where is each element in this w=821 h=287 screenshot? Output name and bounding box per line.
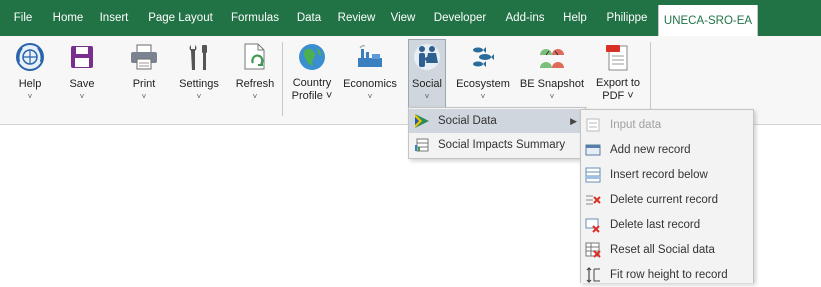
chevron-down-icon: ˅ [549, 92, 555, 101]
submenu-arrow-icon: ▶ [570, 115, 577, 126]
refresh-document-icon [238, 40, 272, 74]
settings-button[interactable]: Settings ˅ [176, 40, 222, 118]
tab-file[interactable]: File [0, 0, 46, 36]
add-record-icon [585, 142, 601, 158]
family-icon [410, 40, 444, 74]
chevron-down-icon: ˅ [424, 92, 430, 101]
save-button[interactable]: Save ˅ [62, 40, 102, 118]
menu-item-label: Social Data [438, 115, 497, 127]
globe-icon [295, 40, 329, 74]
tab-page-layout[interactable]: Page Layout [138, 0, 223, 36]
export-pdf-label-line1: Export to [595, 77, 641, 89]
ribbon-separator [650, 42, 651, 116]
menu-item-delete-last-record[interactable]: Delete last record [581, 212, 753, 237]
tab-insert[interactable]: Insert [90, 0, 138, 36]
menu-item-fit-row-height[interactable]: Fit row height to record [581, 262, 753, 287]
factory-icon [353, 40, 387, 74]
form-icon [585, 117, 601, 133]
economics-label: Economics [343, 78, 397, 90]
save-label: Save [69, 78, 95, 90]
settings-label: Settings [179, 78, 219, 90]
social-label: Social [412, 78, 442, 90]
tab-view[interactable]: View [382, 0, 424, 36]
country-profile-button[interactable]: Country Profile ˅ [288, 40, 336, 118]
tab-home[interactable]: Home [46, 0, 90, 36]
tab-philippe[interactable]: Philippe [596, 0, 658, 36]
social-dropdown-menu: Social Data ▶ Social Impacts Summary [408, 107, 586, 159]
menu-item-label: Insert record below [610, 168, 708, 181]
print-label: Print [132, 78, 156, 90]
menu-item-label: Delete last record [610, 218, 701, 231]
refresh-button[interactable]: Refresh ˅ [234, 40, 276, 118]
ribbon-separator [282, 42, 283, 116]
menu-item-label: Add new record [610, 143, 691, 156]
pdf-icon [601, 40, 635, 74]
fish-icon [466, 40, 500, 74]
tab-developer[interactable]: Developer [424, 0, 496, 36]
export-pdf-button[interactable]: Export to PDF ˅ [592, 40, 644, 118]
menu-item-label: Reset all Social data [610, 243, 715, 256]
chevron-down-icon: ˅ [480, 92, 486, 101]
flag-icon [414, 113, 430, 129]
menu-item-add-new-record[interactable]: Add new record [581, 137, 753, 162]
delete-row-icon [585, 192, 601, 208]
menu-item-delete-current-record[interactable]: Delete current record [581, 187, 753, 212]
chevron-down-icon: ˅ [367, 92, 373, 101]
un-emblem-icon [13, 40, 47, 74]
help-button[interactable]: Help ˅ [10, 40, 50, 118]
tab-review[interactable]: Review [331, 0, 382, 36]
chevron-down-icon: ˅ [79, 92, 85, 101]
menu-item-social-impacts-summary[interactable]: Social Impacts Summary [409, 133, 585, 157]
menu-item-insert-record-below[interactable]: Insert record below [581, 162, 753, 187]
export-pdf-label: Export to PDF ˅ [596, 77, 640, 103]
menu-item-social-data[interactable]: Social Data ▶ [409, 109, 585, 133]
menu-item-label: Social Impacts Summary [438, 139, 566, 151]
floppy-disk-icon [65, 40, 99, 74]
tab-data[interactable]: Data [287, 0, 331, 36]
tab-help[interactable]: Help [554, 0, 596, 36]
reset-table-icon [585, 242, 601, 258]
social-data-submenu: Input data Add new record Insert record … [580, 109, 754, 283]
print-button[interactable]: Print ˅ [124, 40, 164, 118]
printer-icon [127, 40, 161, 74]
row-height-icon [585, 266, 601, 283]
ribbon-tab-bar: File Home Insert Page Layout Formulas Da… [0, 0, 821, 36]
insert-row-icon [585, 167, 601, 183]
help-label: Help [18, 78, 42, 90]
menu-item-label: Input data [610, 118, 662, 131]
tab-formulas[interactable]: Formulas [223, 0, 287, 36]
country-profile-label-line2: Profile ˅ [291, 90, 333, 102]
menu-item-label: Fit row height to record [610, 268, 728, 281]
gauges-icon [535, 40, 569, 74]
menu-item-reset-all-social-data[interactable]: Reset all Social data [581, 237, 753, 262]
refresh-label: Refresh [235, 78, 275, 90]
ecosystem-label: Ecosystem [456, 78, 510, 90]
chevron-down-icon: ˅ [27, 92, 33, 101]
economics-button[interactable]: Economics ˅ [342, 40, 398, 118]
menu-item-label: Delete current record [610, 193, 719, 206]
tools-icon [182, 40, 216, 74]
be-snapshot-label: BE Snapshot [519, 78, 585, 90]
country-profile-label-line1: Country [292, 77, 332, 89]
chevron-down-icon: ˅ [141, 92, 147, 101]
delete-last-icon [585, 217, 601, 233]
tab-add-ins[interactable]: Add-ins [496, 0, 554, 36]
table-chart-icon [414, 137, 430, 153]
chevron-down-icon: ˅ [252, 92, 258, 101]
tab-uneca-sro-ea[interactable]: UNECA-SRO-EA [658, 5, 758, 36]
country-profile-label: Country Profile ˅ [292, 77, 333, 103]
menu-item-input-data[interactable]: Input data [581, 112, 753, 137]
chevron-down-icon: ˅ [196, 92, 202, 101]
export-pdf-label-line2: PDF ˅ [602, 90, 634, 102]
